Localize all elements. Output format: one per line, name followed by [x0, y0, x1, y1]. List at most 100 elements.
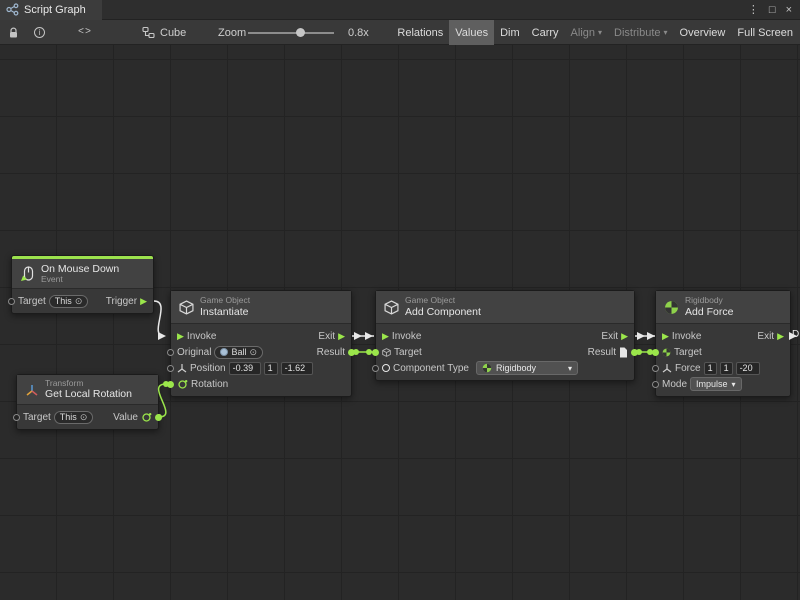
- dropdown-value: Rigidbody: [496, 363, 536, 373]
- exit-flow-port[interactable]: ▶: [338, 332, 345, 341]
- node-instantiate[interactable]: Game Object Instantiate ▶ Invoke Exit ▶ …: [170, 290, 352, 397]
- port-label-exit: Exit: [601, 331, 618, 342]
- object-picker-icon[interactable]: ⊙: [249, 347, 257, 358]
- align-button[interactable]: Align▾: [565, 20, 608, 45]
- port-label-original: Original: [177, 347, 211, 358]
- graph-name: Cube: [160, 27, 186, 39]
- script-graph-icon: [6, 3, 19, 16]
- port-label-target: Target: [674, 347, 702, 358]
- input-port-target[interactable]: [652, 349, 659, 356]
- port-label-invoke: Invoke: [672, 331, 701, 342]
- rotation-icon: [141, 412, 152, 423]
- node-header: On Mouse Down Event: [12, 259, 153, 289]
- port-label-result: Result: [588, 347, 616, 358]
- relations-button[interactable]: Relations: [391, 20, 449, 45]
- mouse-icon: [20, 266, 35, 282]
- port-label-target: Target: [23, 412, 51, 423]
- ball-object-pill[interactable]: Ball ⊙: [214, 346, 263, 359]
- input-port-position[interactable]: [167, 365, 174, 372]
- info-icon: i: [34, 27, 45, 38]
- port-label-mode: Mode: [662, 379, 687, 390]
- vector3-icon: [662, 363, 672, 373]
- position-z-field[interactable]: -1.62: [281, 362, 313, 375]
- invoke-flow-port[interactable]: ▶: [177, 332, 184, 341]
- pill-text: Ball: [231, 347, 246, 357]
- exit-flow-port[interactable]: ▶: [621, 332, 628, 341]
- exit-flow-port[interactable]: ▶: [777, 332, 784, 341]
- node-on-mouse-down[interactable]: On Mouse Down Event Target This ⊙ Trigge…: [11, 255, 154, 314]
- window-titlebar: Script Graph ⋮ □ ×: [0, 0, 800, 20]
- document-icon: [619, 347, 628, 358]
- rigidbody-icon: [482, 363, 492, 373]
- component-type-dropdown[interactable]: Rigidbody ▾: [476, 361, 578, 375]
- window-maximize-icon[interactable]: □: [769, 4, 776, 16]
- input-port-target[interactable]: [13, 414, 20, 421]
- input-port-original[interactable]: [167, 349, 174, 356]
- overview-button[interactable]: Overview: [674, 20, 732, 45]
- fullscreen-button[interactable]: Full Screen: [731, 20, 799, 45]
- node-add-force[interactable]: Rigidbody Add Force ▶ Invoke Exit ▶ Targ…: [655, 290, 791, 397]
- input-port-component-type[interactable]: [372, 365, 379, 372]
- node-category: Game Object: [405, 296, 481, 306]
- zoom-slider-handle[interactable]: [296, 28, 305, 37]
- node-subtitle: Event: [41, 275, 119, 285]
- input-port-rotation[interactable]: [167, 381, 174, 388]
- chevron-down-icon: ▾: [732, 380, 736, 389]
- port-label-rotation: Rotation: [191, 379, 228, 390]
- node-add-component[interactable]: Game Object Add Component ▶ Invoke Exit …: [375, 290, 635, 381]
- this-object-pill[interactable]: This ⊙: [54, 411, 94, 424]
- node-header: Game Object Add Component: [376, 291, 634, 324]
- distribute-button[interactable]: Distribute▾: [608, 20, 673, 45]
- carry-button[interactable]: Carry: [526, 20, 565, 45]
- node-title: Instantiate: [200, 306, 250, 318]
- rigidbody-icon: [662, 348, 671, 357]
- invoke-flow-port[interactable]: ▶: [662, 332, 669, 341]
- force-z-field[interactable]: -20: [736, 362, 760, 375]
- zoom-value: 0.8x: [348, 20, 369, 45]
- node-title: Add Force: [685, 306, 733, 318]
- chevron-down-icon: ▾: [568, 364, 572, 373]
- edit-graph-button[interactable]: <>: [78, 20, 92, 45]
- input-port-mode[interactable]: [652, 381, 659, 388]
- window-tab[interactable]: Script Graph: [0, 0, 102, 20]
- dim-button[interactable]: Dim: [494, 20, 526, 45]
- trigger-flow-port[interactable]: ▶: [140, 297, 147, 306]
- node-category: Game Object: [200, 296, 250, 306]
- window-close-icon[interactable]: ×: [786, 4, 792, 16]
- input-port-target[interactable]: [8, 298, 15, 305]
- pill-text: This: [60, 412, 77, 422]
- force-x-field[interactable]: 1: [704, 362, 717, 375]
- info-button[interactable]: i: [34, 20, 45, 45]
- force-y-field[interactable]: 1: [720, 362, 733, 375]
- values-button[interactable]: Values: [449, 20, 494, 45]
- node-title: Get Local Rotation: [45, 388, 132, 400]
- position-x-field[interactable]: -0.39: [229, 362, 261, 375]
- node-get-local-rotation[interactable]: Transform Get Local Rotation Target This…: [16, 374, 159, 430]
- port-label-value: Value: [113, 412, 138, 423]
- graph-toolbar: i <> Cube Zoom 0.8x Relations Values Dim…: [0, 20, 800, 45]
- input-port-force[interactable]: [652, 365, 659, 372]
- ball-icon: [220, 348, 228, 356]
- graph-breadcrumb[interactable]: Cube: [142, 20, 186, 45]
- position-y-field[interactable]: 1: [264, 362, 278, 375]
- rigidbody-icon: [664, 300, 679, 315]
- port-label-target: Target: [18, 296, 46, 307]
- object-picker-icon[interactable]: ⊙: [75, 296, 83, 307]
- lock-icon: [8, 27, 19, 39]
- zoom-slider-track[interactable]: [248, 32, 334, 34]
- lock-button[interactable]: [8, 20, 19, 45]
- input-port-target[interactable]: [372, 349, 379, 356]
- force-mode-dropdown[interactable]: Impulse ▾: [690, 377, 742, 391]
- output-port-value[interactable]: [155, 414, 162, 421]
- node-category: Rigidbody: [685, 296, 733, 306]
- code-icon: <>: [78, 27, 92, 38]
- output-port-result[interactable]: [348, 349, 355, 356]
- this-object-pill[interactable]: This ⊙: [49, 295, 89, 308]
- invoke-flow-port[interactable]: ▶: [382, 332, 389, 341]
- node-category: Transform: [45, 379, 132, 389]
- output-port-result[interactable]: [631, 349, 638, 356]
- object-picker-icon[interactable]: ⊙: [80, 412, 88, 423]
- gameobject-icon: [382, 348, 391, 357]
- node-header: Game Object Instantiate: [171, 291, 351, 324]
- window-menu-icon[interactable]: ⋮: [748, 3, 759, 16]
